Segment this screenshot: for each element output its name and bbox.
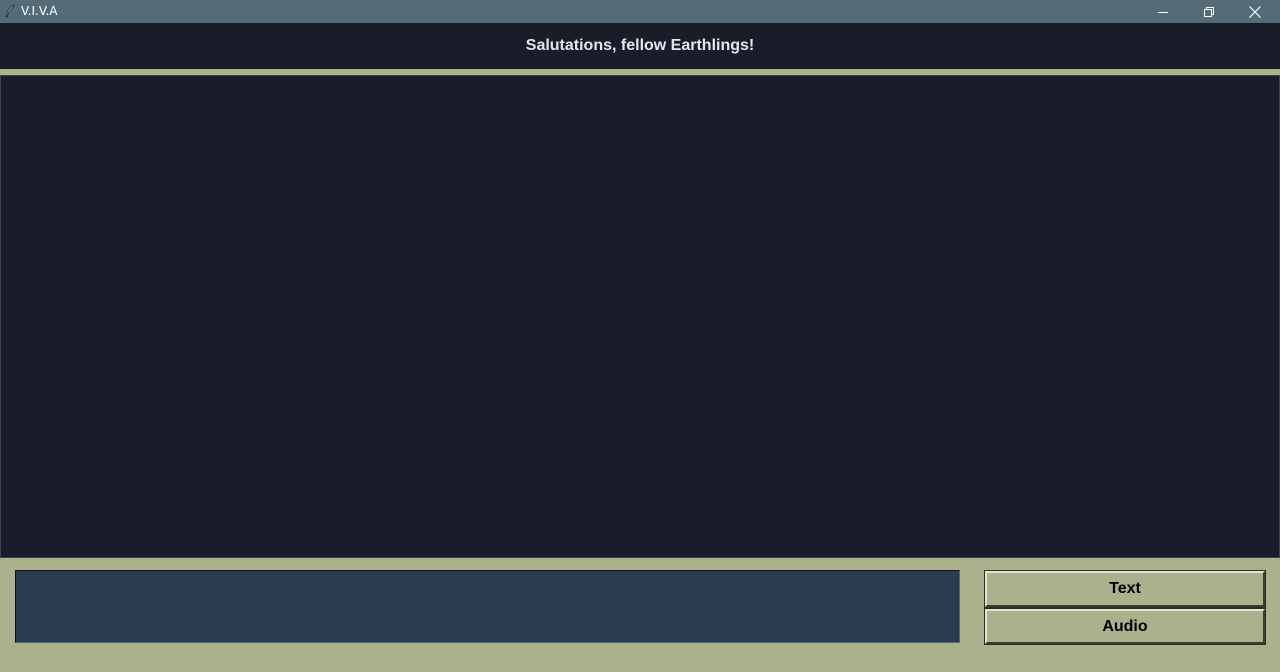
maximize-button[interactable] xyxy=(1186,0,1232,23)
window-titlebar: V.I.V.A xyxy=(0,0,1280,23)
close-icon xyxy=(1249,5,1261,18)
feather-icon xyxy=(4,4,16,19)
restore-icon xyxy=(1204,6,1214,17)
text-button[interactable]: Text xyxy=(984,570,1266,608)
minimize-icon xyxy=(1158,11,1168,13)
close-button[interactable] xyxy=(1232,0,1278,23)
greeting-title: Salutations, fellow Earthlings! xyxy=(525,37,755,54)
header-bar: Salutations, fellow Earthlings! xyxy=(0,23,1280,69)
window-title: V.I.V.A xyxy=(21,4,58,18)
chat-display[interactable] xyxy=(0,75,1280,558)
audio-button[interactable]: Audio xyxy=(984,608,1266,645)
minimize-button[interactable] xyxy=(1140,0,1186,23)
message-input[interactable] xyxy=(15,570,960,643)
